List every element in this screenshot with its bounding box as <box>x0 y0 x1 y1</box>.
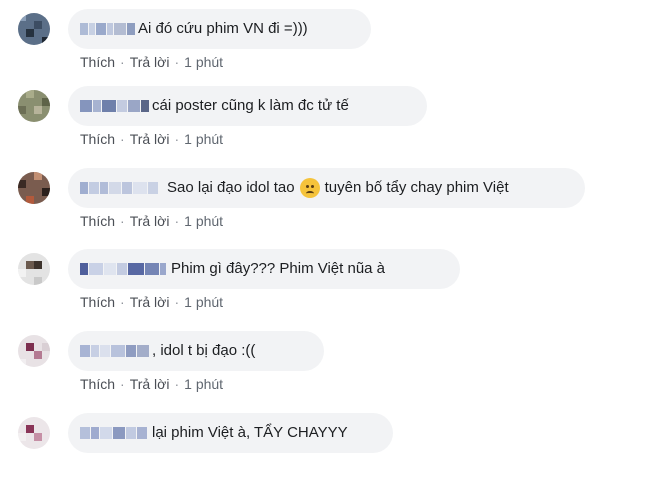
timestamp[interactable]: 1 phút <box>184 131 223 147</box>
avatar[interactable] <box>18 172 50 204</box>
reply-link[interactable]: Trả lời <box>130 213 170 229</box>
sad-face-icon <box>299 178 320 198</box>
comment-text: cái poster cũng k làm đc tử tế <box>152 97 349 114</box>
avatar[interactable] <box>18 253 50 285</box>
comment-bubble: lại phim Việt à, TẨY CHAYYY <box>68 413 393 453</box>
comment-item: Ai đó cứu phim VN đi =))) Thích · Trả lời ·… <box>0 9 660 90</box>
comment-item: lại phim Việt à, TẨY CHAYYY <box>0 413 660 494</box>
avatar[interactable] <box>18 335 50 367</box>
comment-actions: Thích · Trả lời · 1 phút <box>80 131 224 147</box>
author-name[interactable] <box>80 345 150 357</box>
comment-text-continued: tuyên bố tẩy chay phim Việt <box>324 179 509 196</box>
reply-link[interactable]: Trả lời <box>130 131 170 147</box>
comment-actions: Thích · Trả lời · 1 phút <box>80 54 224 70</box>
author-name[interactable] <box>80 182 159 194</box>
comment-actions: Thích · Trả lời · 1 phút <box>80 376 224 392</box>
avatar[interactable] <box>18 417 50 449</box>
timestamp[interactable]: 1 phút <box>184 376 223 392</box>
comment-item: , idol t bị đạo :(( Thích · Trả lời · 1 phút <box>0 331 660 412</box>
comment-item: Phim gì đây??? Phim Việt nũa à Thích · Trả… <box>0 249 660 330</box>
author-name[interactable] <box>80 100 150 112</box>
comment-bubble: Phim gì đây??? Phim Việt nũa à <box>68 249 460 289</box>
comment-actions: Thích · Trả lời · 1 phút <box>80 294 224 310</box>
reply-link[interactable]: Trả lời <box>130 294 170 310</box>
comment-item: cái poster cũng k làm đc tử tế Thích · Trả… <box>0 86 660 167</box>
like-link[interactable]: Thích <box>80 54 115 70</box>
timestamp[interactable]: 1 phút <box>184 54 223 70</box>
author-name[interactable] <box>80 263 167 275</box>
comment-text: lại phim Việt à, TẨY CHAYYY <box>152 424 348 441</box>
comment-item: Sao lại đạo idol tao tuyên bố tẩy chay p… <box>0 168 660 249</box>
timestamp[interactable]: 1 phút <box>184 294 223 310</box>
avatar[interactable] <box>18 13 50 45</box>
comment-bubble: Sao lại đạo idol tao tuyên bố tẩy chay p… <box>68 168 585 208</box>
comment-bubble: cái poster cũng k làm đc tử tế <box>68 86 427 126</box>
comment-bubble: , idol t bị đạo :(( <box>68 331 324 371</box>
like-link[interactable]: Thích <box>80 294 115 310</box>
like-link[interactable]: Thích <box>80 376 115 392</box>
author-name[interactable] <box>80 23 136 35</box>
comment-text: , idol t bị đạo :(( <box>152 342 256 359</box>
comment-bubble: Ai đó cứu phim VN đi =))) <box>68 9 371 49</box>
comment-actions: Thích · Trả lời · 1 phút <box>80 213 224 229</box>
reply-link[interactable]: Trả lời <box>130 376 170 392</box>
like-link[interactable]: Thích <box>80 213 115 229</box>
comment-text: Sao lại đạo idol tao <box>167 179 295 196</box>
avatar[interactable] <box>18 90 50 122</box>
comment-text: Phim gì đây??? Phim Việt nũa à <box>171 260 386 277</box>
like-link[interactable]: Thích <box>80 131 115 147</box>
reply-link[interactable]: Trả lời <box>130 54 170 70</box>
author-name[interactable] <box>80 427 148 439</box>
comment-text: Ai đó cứu phim VN đi =))) <box>138 20 308 37</box>
timestamp[interactable]: 1 phút <box>184 213 223 229</box>
